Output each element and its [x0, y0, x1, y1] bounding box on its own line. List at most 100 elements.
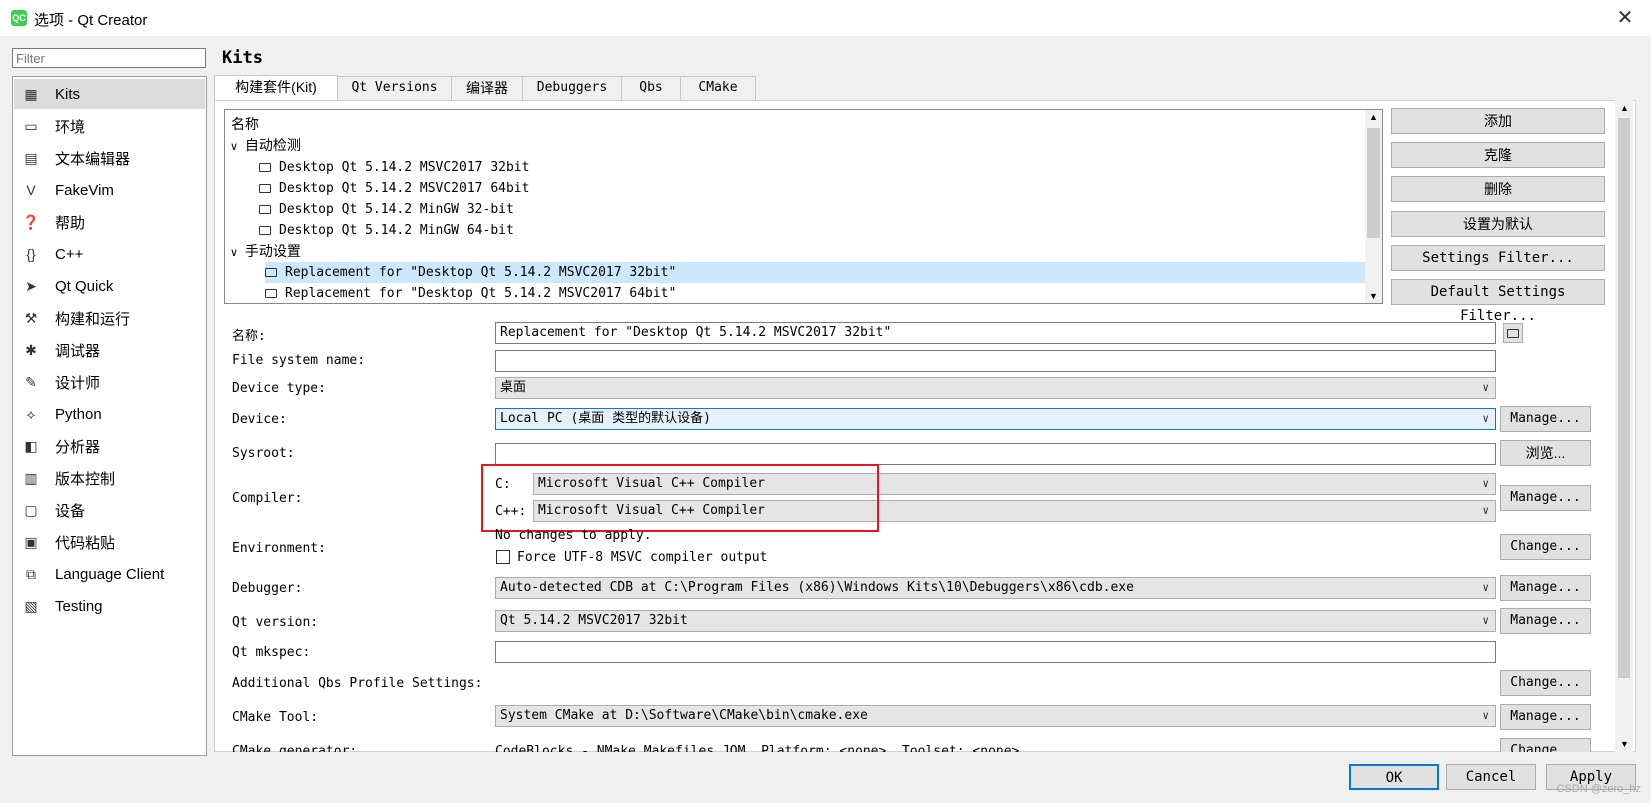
close-button[interactable]: ✕: [1611, 5, 1639, 31]
monitor-icon: ▭: [24, 117, 38, 134]
tree-group-manual[interactable]: ∨ 手动设置: [227, 241, 301, 262]
scrollbar-thumb[interactable]: [1367, 128, 1380, 238]
device-select[interactable]: Local PC (桌面 类型的默认设备) ∨: [495, 408, 1496, 430]
sidebar-item[interactable]: ▤ 文本编辑器: [14, 143, 205, 173]
sidebar-item[interactable]: ➤ Qt Quick: [14, 271, 205, 301]
settings-filter-button[interactable]: Settings Filter...: [1391, 245, 1605, 271]
tree-item[interactable]: Desktop Qt 5.14.2 MinGW 32-bit: [259, 199, 514, 220]
sidebar-item[interactable]: ⟡ Python: [14, 399, 205, 429]
cancel-button[interactable]: Cancel: [1446, 764, 1536, 790]
analyzer-icon: ◧: [24, 437, 38, 454]
scroll-down-icon[interactable]: ▼: [1369, 291, 1378, 301]
sidebar-item[interactable]: ❓ 帮助: [14, 207, 205, 237]
device-manage-button[interactable]: Manage...: [1500, 406, 1591, 432]
tree-item[interactable]: Desktop Qt 5.14.2 MSVC2017 32bit: [259, 157, 529, 178]
sidebar-item[interactable]: ▢ 设备: [14, 495, 205, 525]
sidebar-item[interactable]: ▣ 代码粘贴: [14, 527, 205, 557]
sysroot-label: Sysroot:: [232, 446, 295, 461]
category-list: ▦ Kits ▭ 环境 ▤ 文本编辑器 V FakeVim ❓ 帮助 {} C++ ➤ Qt Quick ⚒…: [12, 76, 207, 756]
tab-compilers[interactable]: 编译器: [451, 76, 523, 100]
qbs-change-button[interactable]: Change...: [1500, 670, 1591, 696]
scroll-up-icon[interactable]: ▲: [1620, 103, 1629, 113]
cmake-generator-change-button[interactable]: Change...: [1500, 738, 1591, 752]
default-settings-filter-button[interactable]: Default Settings Filter...: [1391, 279, 1605, 324]
device-label: Device:: [232, 412, 287, 427]
tab-qbs[interactable]: Qbs: [621, 76, 681, 100]
sidebar-item[interactable]: ▦ Kits: [14, 79, 205, 109]
compiler-cpp-select[interactable]: Microsoft Visual C++ Compiler ∨: [533, 500, 1496, 522]
sidebar-item-label: 帮助: [55, 214, 86, 232]
language-client-icon: ⧉: [26, 565, 36, 582]
version-control-icon: ▥: [24, 469, 38, 486]
debugger-select[interactable]: Auto-detected CDB at C:\Program Files (x…: [495, 577, 1496, 599]
sidebar-item[interactable]: ▭ 环境: [14, 111, 205, 141]
tree-item[interactable]: Replacement for "Desktop Qt 5.14.2 MSVC2…: [265, 283, 676, 303]
debugger-label: Debugger:: [232, 581, 303, 596]
sidebar-item[interactable]: ⚒ 构建和运行: [14, 303, 205, 333]
tree-group-auto[interactable]: ∨ 自动检测: [227, 135, 301, 156]
set-default-button[interactable]: 设置为默认: [1391, 211, 1605, 237]
sysroot-browse-button[interactable]: 浏览...: [1500, 440, 1591, 466]
sidebar-item-label: Testing: [55, 597, 103, 615]
scrollbar-thumb[interactable]: [1618, 118, 1630, 678]
environment-change-button[interactable]: Change...: [1500, 534, 1591, 560]
chevron-down-icon: ∨: [1482, 581, 1489, 594]
compiler-c-select[interactable]: Microsoft Visual C++ Compiler ∨: [533, 473, 1496, 495]
sidebar-item[interactable]: ◧ 分析器: [14, 431, 205, 461]
utf8-checkbox[interactable]: [496, 550, 510, 564]
name-field[interactable]: Replacement for "Desktop Qt 5.14.2 MSVC2…: [495, 322, 1496, 344]
kit-tree[interactable]: 名称 ∨ 自动检测 Desktop Qt 5.14.2 MSVC2017 32b…: [224, 109, 1383, 304]
sidebar-item-label: Kits: [55, 85, 81, 103]
sysroot-field[interactable]: [495, 443, 1496, 465]
sidebar-item[interactable]: ✱ 调试器: [14, 335, 205, 365]
qt-quick-icon: ➤: [25, 277, 37, 294]
sidebar-item-label: 调试器: [55, 342, 101, 360]
tab-kits[interactable]: 构建套件(Kit): [214, 75, 338, 100]
cmake-generator-label: CMake generator:: [232, 744, 358, 752]
tree-item-selected[interactable]: Replacement for "Desktop Qt 5.14.2 MSVC2…: [265, 262, 1365, 283]
delete-button[interactable]: 删除: [1391, 176, 1605, 202]
sidebar-item-label: Python: [55, 405, 102, 423]
tab-cmake[interactable]: CMake: [680, 76, 756, 100]
sidebar-item[interactable]: {} C++: [14, 239, 205, 269]
sidebar-item[interactable]: ▧ Testing: [14, 591, 205, 621]
device-icon: ▢: [24, 501, 38, 518]
sidebar-item[interactable]: ✎ 设计师: [14, 367, 205, 397]
qt-mkspec-field[interactable]: [495, 641, 1496, 663]
cmake-tool-manage-button[interactable]: Manage...: [1500, 704, 1591, 730]
environment-label: Environment:: [232, 541, 326, 556]
device-type-select[interactable]: 桌面 ∨: [495, 377, 1496, 399]
tab-debuggers[interactable]: Debuggers: [522, 76, 622, 100]
expand-arrow-icon[interactable]: ∨: [227, 243, 241, 264]
monitor-icon: [259, 184, 271, 193]
ok-button[interactable]: OK: [1349, 764, 1439, 790]
form-scrollbar[interactable]: ▲ ▼: [1615, 100, 1633, 752]
fs-name-label: File system name:: [232, 353, 366, 368]
tab-qt-versions[interactable]: Qt Versions: [337, 76, 452, 100]
sidebar-item[interactable]: V FakeVim: [14, 175, 205, 205]
kit-icon-button[interactable]: [1503, 323, 1523, 343]
tree-scrollbar[interactable]: ▲ ▼: [1365, 110, 1382, 303]
sidebar-item[interactable]: ▥ 版本控制: [14, 463, 205, 493]
scroll-down-icon[interactable]: ▼: [1620, 739, 1629, 749]
compiler-manage-button[interactable]: Manage...: [1500, 485, 1591, 511]
chevron-down-icon: ∨: [1482, 614, 1489, 627]
qt-version-select[interactable]: Qt 5.14.2 MSVC2017 32bit ∨: [495, 610, 1496, 632]
tree-item[interactable]: Desktop Qt 5.14.2 MinGW 64-bit: [259, 220, 514, 241]
debugger-manage-button[interactable]: Manage...: [1500, 575, 1591, 601]
qt-version-manage-button[interactable]: Manage...: [1500, 608, 1591, 634]
scroll-up-icon[interactable]: ▲: [1369, 112, 1378, 122]
cmake-tool-select[interactable]: System CMake at D:\Software\CMake\bin\cm…: [495, 705, 1496, 727]
title-bar: QC 选项 - Qt Creator ✕: [0, 0, 1651, 36]
tree-item[interactable]: Desktop Qt 5.14.2 MSVC2017 64bit: [259, 178, 529, 199]
fs-name-field[interactable]: [495, 350, 1496, 372]
sidebar-item[interactable]: ⧉ Language Client: [14, 559, 205, 589]
chevron-down-icon: ∨: [1482, 477, 1489, 490]
monitor-icon: [259, 205, 271, 214]
device-type-label: Device type:: [232, 381, 326, 396]
filter-input[interactable]: [12, 48, 206, 68]
expand-arrow-icon[interactable]: ∨: [227, 137, 241, 158]
clone-button[interactable]: 克隆: [1391, 142, 1605, 168]
add-button[interactable]: 添加: [1391, 108, 1605, 134]
monitor-icon: [265, 289, 277, 298]
